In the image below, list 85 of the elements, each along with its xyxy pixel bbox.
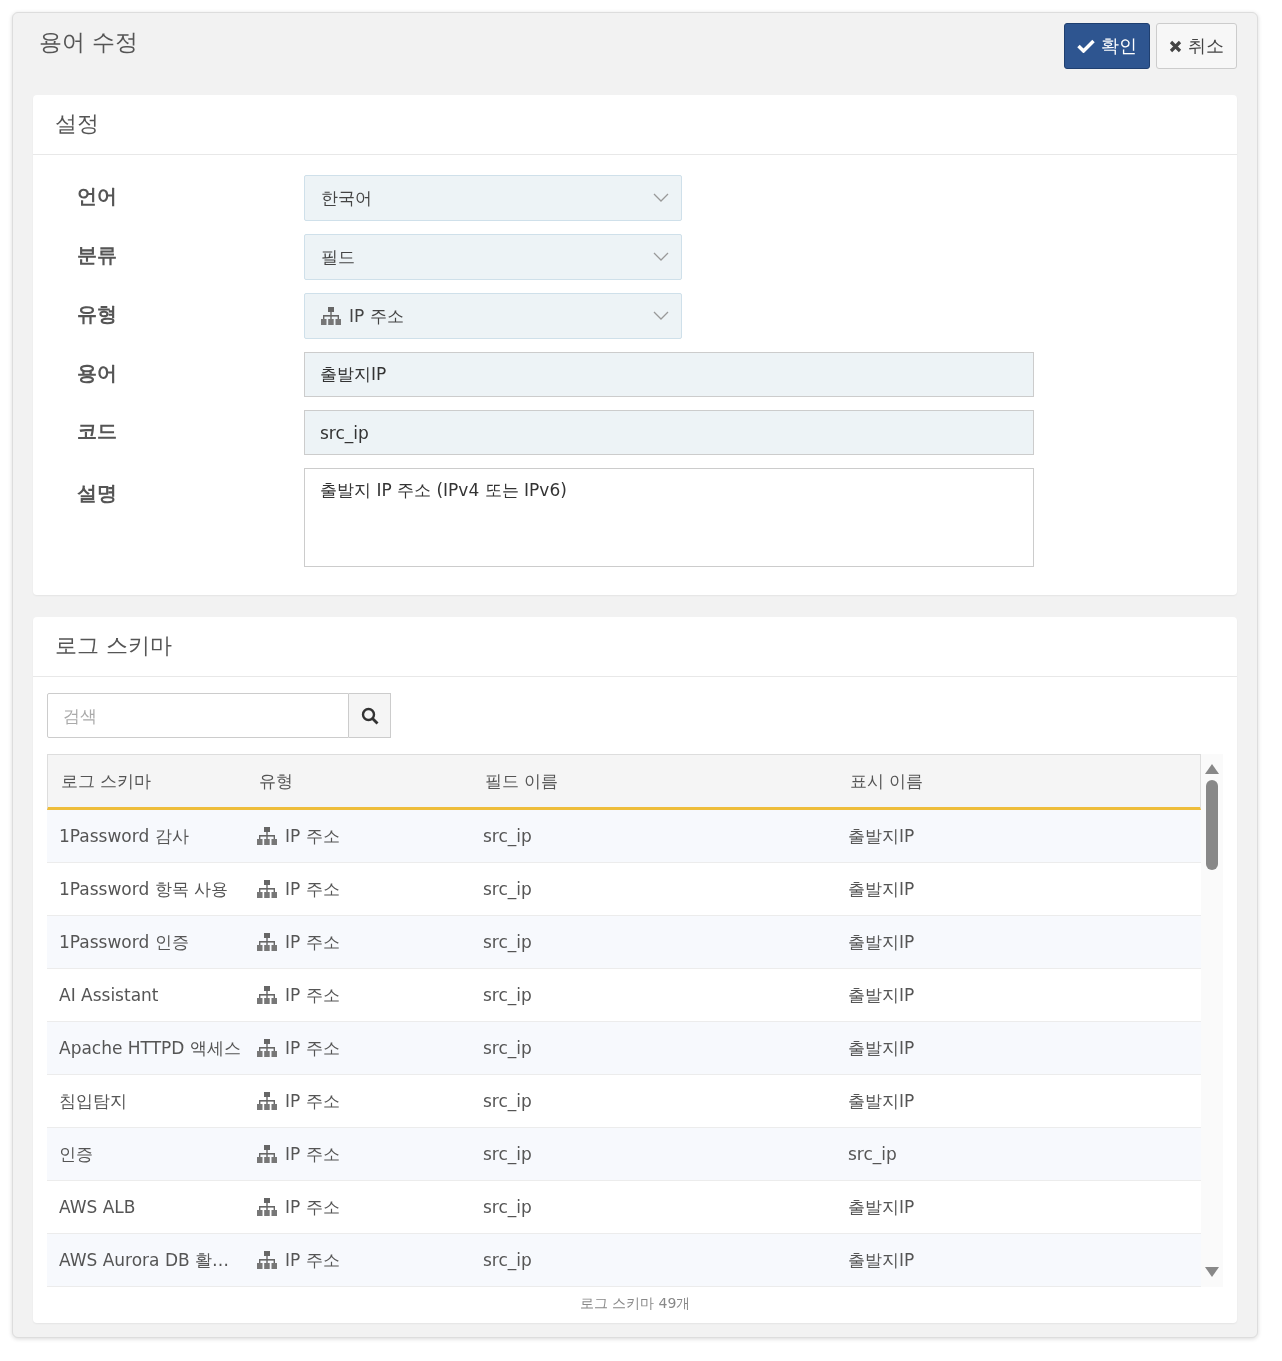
network-icon bbox=[257, 985, 277, 1005]
table-cell-text: src_ip bbox=[482, 984, 533, 1008]
input-field[interactable]: src_ip bbox=[304, 410, 1034, 455]
confirm-button[interactable]: 확인 bbox=[1064, 23, 1150, 69]
table-cell-text: src_ip bbox=[482, 1249, 533, 1273]
scroll-up-icon[interactable] bbox=[1205, 764, 1219, 774]
table-cell-text: src_ip bbox=[482, 1090, 533, 1114]
type-text: IP 주소 bbox=[285, 930, 340, 954]
network-icon bbox=[257, 826, 277, 846]
table-cell-text: src_ip bbox=[847, 1143, 898, 1167]
record-count: 로그 스키마 49개 bbox=[578, 1294, 692, 1313]
panel-title: 설정 bbox=[33, 95, 1237, 155]
table-cell-text: AWS Aurora DB 활… bbox=[58, 1248, 231, 1272]
cancel-button[interactable]: 취소 bbox=[1156, 23, 1237, 69]
table-cell-text: Apache HTTPD 액세스 bbox=[58, 1036, 242, 1060]
type-text: IP 주소 bbox=[285, 824, 340, 848]
table-cell-text: src_ip bbox=[482, 825, 533, 849]
table-cell-text: 출발지IP bbox=[847, 1248, 916, 1272]
table-cell-text: 1Password 항목 사용 bbox=[58, 877, 230, 901]
search-icon bbox=[360, 706, 379, 725]
scroll-thumb[interactable] bbox=[1206, 780, 1218, 870]
field-label: 분류 bbox=[77, 242, 118, 269]
input-field[interactable]: 출발지IP bbox=[304, 352, 1034, 397]
type-text: IP 주소 bbox=[285, 1089, 340, 1113]
type-text: IP 주소 bbox=[285, 1036, 340, 1060]
column-header[interactable]: 필드 이름 bbox=[472, 755, 837, 807]
table-cell-text: 출발지IP bbox=[847, 983, 916, 1007]
search-field[interactable]: 검색 bbox=[47, 693, 349, 738]
table-cell-text: AWS ALB bbox=[58, 1196, 137, 1219]
column-header[interactable]: 표시 이름 bbox=[837, 755, 1202, 807]
type-text: IP 주소 bbox=[285, 1142, 340, 1166]
check-icon bbox=[1077, 39, 1095, 53]
type-text: IP 주소 bbox=[285, 983, 340, 1007]
network-icon bbox=[321, 306, 341, 326]
field-label: 언어 bbox=[77, 183, 118, 210]
panel-title: 로그 스키마 bbox=[33, 617, 1237, 677]
table-cell-text: 출발지IP bbox=[847, 930, 916, 954]
field-label: 코드 bbox=[77, 418, 118, 445]
table-cell-text: src_ip bbox=[482, 1196, 533, 1220]
table-row[interactable]: 1Password 감사 IP 주소 src_ip 출발지IP bbox=[47, 810, 1201, 863]
type-text: IP 주소 bbox=[285, 1248, 340, 1272]
chevron-down-icon bbox=[653, 252, 669, 262]
table-cell-text: src_ip bbox=[482, 1037, 533, 1061]
table-cell-text: 침입탐지 bbox=[58, 1089, 128, 1113]
table-row[interactable]: 인증 IP 주소 src_ip src_ip bbox=[47, 1128, 1201, 1181]
select-field[interactable]: 한국어 bbox=[304, 175, 682, 221]
network-icon bbox=[257, 1250, 277, 1270]
table-row[interactable]: Apache HTTPD 액세스 IP 주소 src_ip 출발지IP bbox=[47, 1022, 1201, 1075]
table-row[interactable]: AWS Aurora DB 활… IP 주소 src_ip 출발지IP bbox=[47, 1234, 1201, 1287]
field-label: 설명 bbox=[77, 480, 118, 507]
table-cell-text: 인증 bbox=[58, 1142, 94, 1166]
table-cell-text: 출발지IP bbox=[847, 877, 916, 901]
textarea-field[interactable]: 출발지 IP 주소 (IPv4 또는 IPv6) bbox=[304, 468, 1034, 567]
network-icon bbox=[257, 879, 277, 899]
close-icon bbox=[1169, 39, 1182, 53]
table-cell-text: src_ip bbox=[482, 931, 533, 955]
type-text: IP 주소 bbox=[285, 877, 340, 901]
select-field[interactable]: 필드 bbox=[304, 234, 682, 280]
search-button[interactable] bbox=[349, 693, 391, 738]
network-icon bbox=[257, 1091, 277, 1111]
column-header[interactable]: 로그 스키마 bbox=[48, 755, 246, 807]
table-row[interactable]: 1Password 인증 IP 주소 src_ip 출발지IP bbox=[47, 916, 1201, 969]
table-cell-text: 1Password 인증 bbox=[58, 930, 190, 954]
scroll-down-icon[interactable] bbox=[1205, 1267, 1219, 1277]
column-header[interactable]: 유형 bbox=[246, 755, 472, 807]
field-label: 용어 bbox=[77, 360, 118, 387]
table-cell-text: 출발지IP bbox=[847, 1089, 916, 1113]
chevron-down-icon bbox=[653, 311, 669, 321]
table-cell-text: 1Password 감사 bbox=[58, 824, 190, 848]
table-cell-text: src_ip bbox=[482, 878, 533, 902]
select-field[interactable]: IP 주소 bbox=[304, 293, 682, 339]
dialog-title: 용어 수정 bbox=[39, 28, 139, 57]
scrollbar[interactable] bbox=[1201, 754, 1223, 1287]
table-cell-text: 출발지IP bbox=[847, 1195, 916, 1219]
network-icon bbox=[257, 1144, 277, 1164]
table-cell-text: src_ip bbox=[482, 1143, 533, 1167]
type-text: IP 주소 bbox=[285, 1195, 340, 1219]
table-cell-text: AI Assistant bbox=[58, 984, 160, 1007]
chevron-down-icon bbox=[653, 193, 669, 203]
table-cell-text: 출발지IP bbox=[847, 1036, 916, 1060]
network-icon bbox=[257, 1038, 277, 1058]
table-cell-text: 출발지IP bbox=[847, 824, 916, 848]
network-icon bbox=[257, 932, 277, 952]
field-label: 유형 bbox=[77, 301, 118, 328]
network-icon bbox=[257, 1197, 277, 1217]
